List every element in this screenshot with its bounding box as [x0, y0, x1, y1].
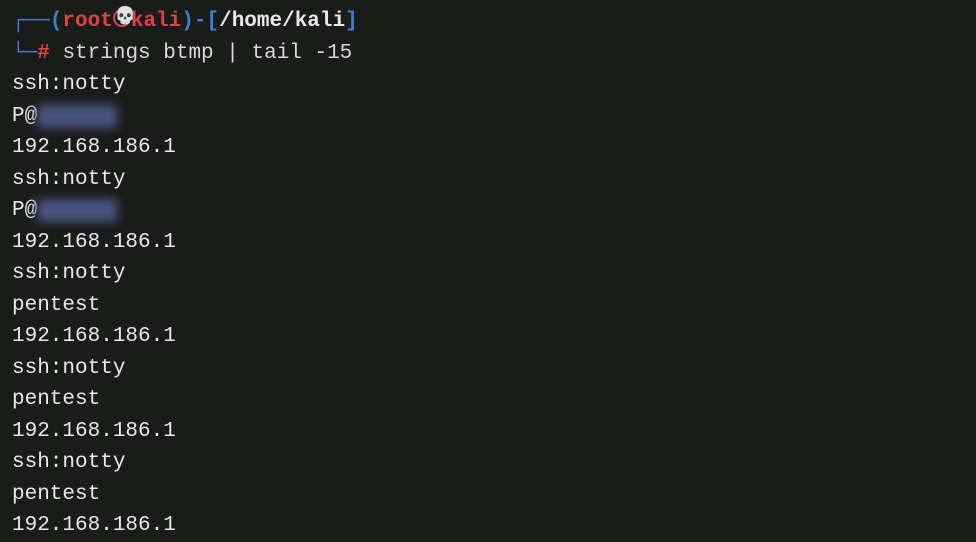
blurred-text: ssword: [37, 105, 117, 128]
prompt-path: /home/kali: [219, 10, 345, 33]
prompt-line-2[interactable]: └─# strings btmp | tail -15: [12, 38, 964, 70]
output-line: 192.168.186.1: [12, 416, 964, 448]
prompt-bracket-open: [: [206, 10, 219, 33]
output-line: pentest: [12, 479, 964, 511]
prompt-command[interactable]: strings btmp | tail -15: [50, 42, 352, 65]
output-line: ssh:notty: [12, 447, 964, 479]
prompt-hash: #: [37, 42, 50, 65]
prompt-box-bottom: └─: [12, 38, 37, 70]
prompt-user: root: [62, 10, 112, 33]
skull-icon: 💀: [113, 9, 131, 27]
blurred-text: ssword: [37, 199, 117, 222]
output-line: 192.168.186.1: [12, 510, 964, 542]
terminal-window: ┌──(root💀kali)-[/home/kali] └─# strings …: [12, 6, 964, 542]
prompt-dash: -: [194, 10, 207, 33]
output-text: P@: [12, 199, 37, 222]
output-line: ssh:notty: [12, 353, 964, 385]
output-line: P@ssword: [12, 195, 964, 227]
output-line: pentest: [12, 384, 964, 416]
output-text: P@: [12, 105, 37, 128]
prompt-box-top: ┌──: [12, 6, 50, 38]
output-line: ssh:notty: [12, 258, 964, 290]
output-line: 192.168.186.1: [12, 227, 964, 259]
prompt-host: kali: [131, 10, 181, 33]
terminal-output: ssh:nottyP@ssword192.168.186.1ssh:nottyP…: [12, 69, 964, 542]
prompt-paren-close: ): [181, 10, 194, 33]
prompt-line-1: ┌──(root💀kali)-[/home/kali]: [12, 6, 964, 38]
output-line: 192.168.186.1: [12, 321, 964, 353]
prompt-bracket-close: ]: [345, 10, 358, 33]
output-line: P@ssword: [12, 101, 964, 133]
output-line: ssh:notty: [12, 164, 964, 196]
prompt-paren-open: (: [50, 10, 63, 33]
output-line: ssh:notty: [12, 69, 964, 101]
output-line: 192.168.186.1: [12, 132, 964, 164]
output-line: pentest: [12, 290, 964, 322]
